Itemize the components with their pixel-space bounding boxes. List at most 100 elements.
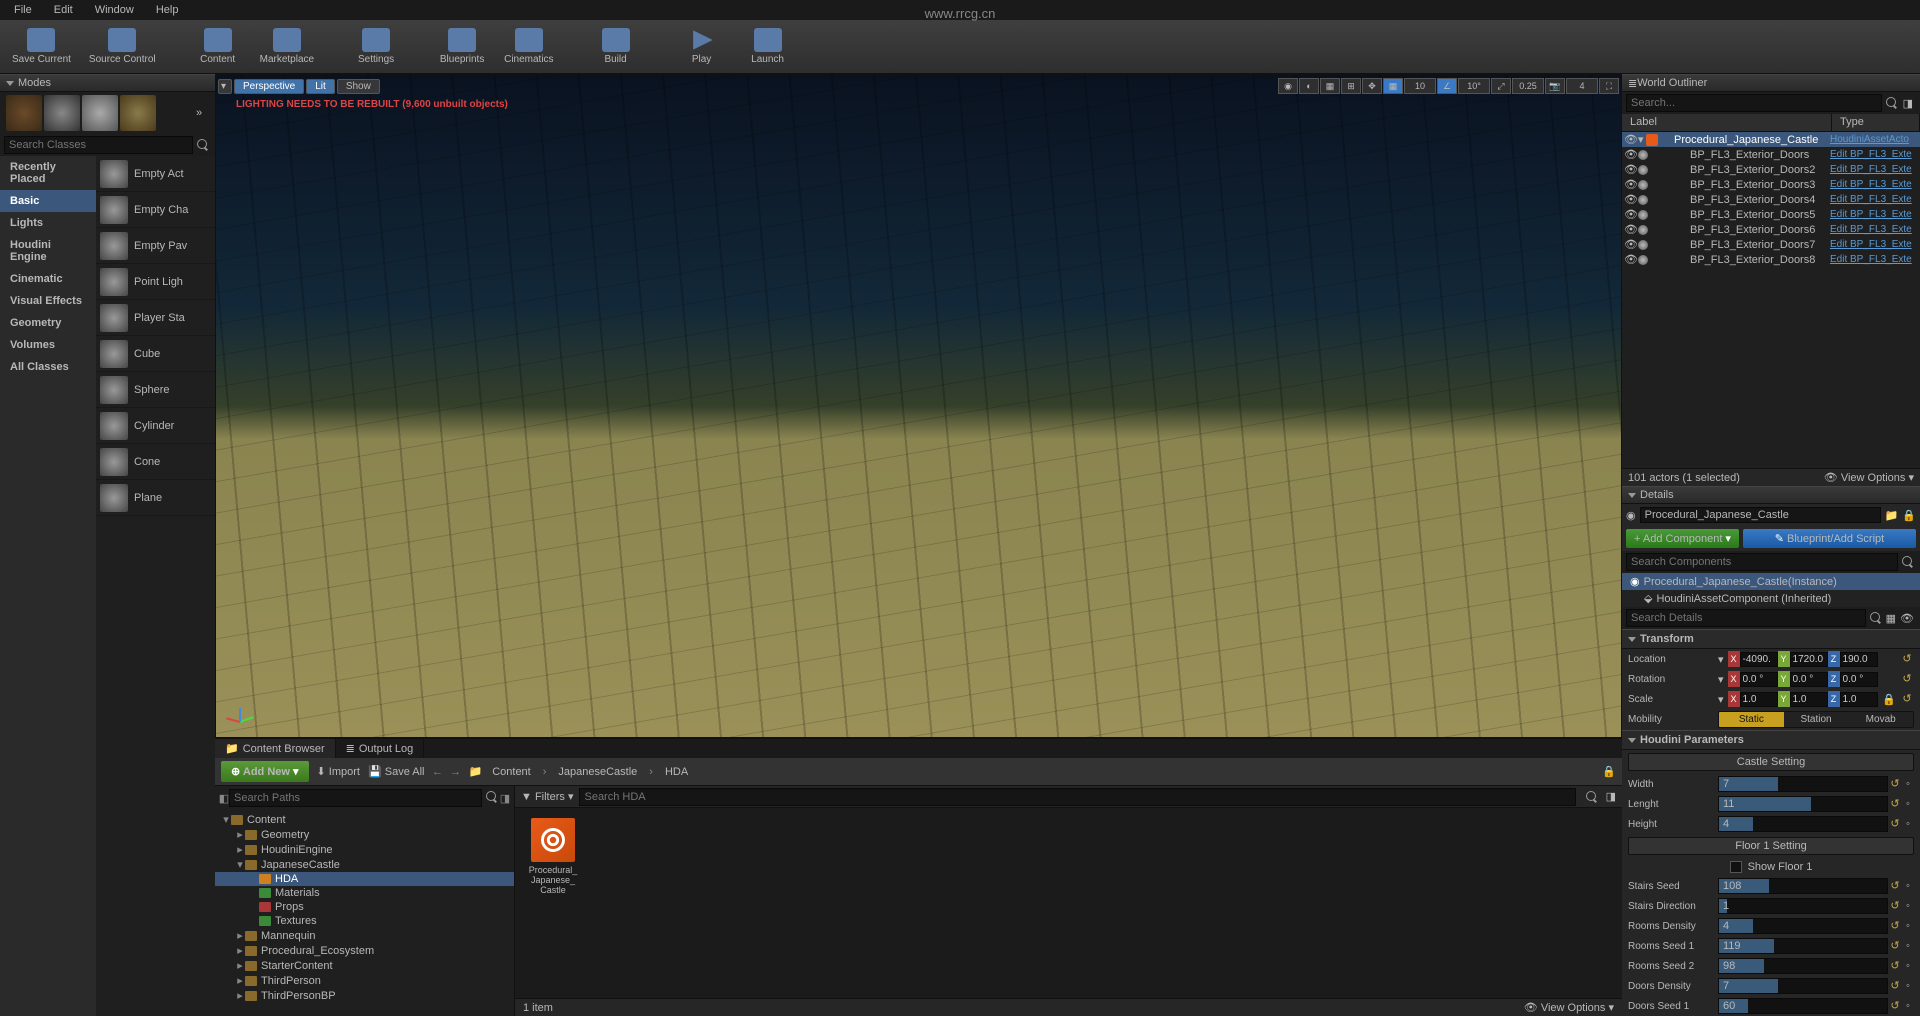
component-root[interactable]: ◉ Procedural_Japanese_Castle(Instance) [1622, 573, 1920, 590]
mode-place-icon[interactable] [6, 95, 42, 131]
pin-icon[interactable]: ◦ [1902, 940, 1914, 952]
reset-icon[interactable]: ↺ [1900, 692, 1914, 706]
search-classes-input[interactable] [4, 136, 193, 154]
param-doors-seed1-slider[interactable]: 60 [1718, 998, 1888, 1014]
snap-camera-value[interactable]: 4 [1566, 78, 1598, 94]
asset-lock-icon[interactable]: ◨ [1606, 790, 1616, 803]
tree-lock-icon[interactable]: ◨ [500, 789, 510, 807]
view-options-button[interactable]: 👁 View Options ▾ [1524, 1001, 1614, 1014]
toolbar-source-control[interactable]: Source Control [83, 22, 162, 72]
mobility-toggle[interactable]: Static Station Movab [1718, 711, 1914, 728]
asset-procedural-castle[interactable]: Procedural_ Japanese_ Castle [525, 818, 581, 896]
place-item[interactable]: Player Sta [96, 300, 215, 336]
history-back-icon[interactable]: ← [433, 766, 443, 778]
pin-icon[interactable]: ◦ [1902, 1000, 1914, 1012]
param-doors-density-slider[interactable]: 7 [1718, 978, 1888, 994]
viewport-menu-icon[interactable]: ▾ [218, 79, 232, 94]
search-assets-input[interactable] [579, 788, 1575, 806]
place-item[interactable]: Empty Pav [96, 228, 215, 264]
pin-icon[interactable]: ◦ [1902, 980, 1914, 992]
reset-icon[interactable]: ↺ [1888, 777, 1902, 791]
actor-lock-icon[interactable]: 🔒 [1902, 509, 1916, 522]
loc-x[interactable] [1740, 652, 1778, 667]
details-eye-icon[interactable]: 👁 [1898, 612, 1916, 625]
tree-node-japanesecastle[interactable]: ▾JapaneseCastle [215, 857, 514, 872]
mode-foliage-icon[interactable] [120, 95, 156, 131]
snap-translate-icon[interactable]: ✥ [1362, 78, 1382, 94]
toolbar-play[interactable]: Play [672, 22, 732, 72]
place-item[interactable]: Plane [96, 480, 215, 516]
component-houdini[interactable]: ⬙ HoudiniAssetComponent (Inherited) [1622, 590, 1920, 607]
pin-icon[interactable]: ◦ [1902, 900, 1914, 912]
reset-icon[interactable]: ↺ [1888, 919, 1902, 933]
outliner-view-options[interactable]: 👁 View Options ▾ [1824, 471, 1914, 484]
snap-grid-value[interactable]: 10 [1404, 78, 1436, 94]
reset-icon[interactable]: ↺ [1900, 652, 1914, 666]
search-paths-input[interactable] [229, 789, 482, 807]
outliner-row[interactable]: 👁BP_FL3_Exterior_DoorsEdit BP_FL3_Exte [1622, 147, 1920, 162]
show-floor1-checkbox[interactable] [1730, 861, 1742, 873]
outliner-row[interactable]: 👁BP_FL3_Exterior_Doors4Edit BP_FL3_Exte [1622, 192, 1920, 207]
pin-icon[interactable]: ◦ [1902, 798, 1914, 810]
col-type[interactable]: Type [1832, 114, 1920, 131]
snap-angle-toggle[interactable]: ∠ [1437, 78, 1457, 94]
snap-camera-icon[interactable]: 📷 [1545, 78, 1565, 94]
place-cat-cinematic[interactable]: Cinematic [0, 268, 96, 290]
tree-node-houdiniengine[interactable]: ▸HoudiniEngine [215, 842, 514, 857]
place-cat-basic[interactable]: Basic [0, 190, 96, 212]
search-icon[interactable] [1868, 610, 1884, 626]
toolbar-blueprints[interactable]: Blueprints [432, 22, 492, 72]
search-icon[interactable] [1884, 95, 1900, 111]
floor1-setting-header[interactable]: Floor 1 Setting [1628, 837, 1914, 855]
mode-paint-icon[interactable] [44, 95, 80, 131]
pin-icon[interactable]: ◦ [1902, 818, 1914, 830]
reset-icon[interactable]: ↺ [1888, 979, 1902, 993]
import-button[interactable]: ⬇ Import [317, 765, 360, 778]
param-stairs-dir-slider[interactable]: 1 [1718, 898, 1888, 914]
outliner-row[interactable]: 👁BP_FL3_Exterior_Doors6Edit BP_FL3_Exte [1622, 222, 1920, 237]
scl-z[interactable] [1840, 692, 1878, 707]
tree-node-hda[interactable]: HDA [215, 872, 514, 886]
snap-bounds-icon[interactable]: ⊞ [1341, 78, 1361, 94]
search-icon[interactable] [1900, 554, 1916, 570]
place-cat-volumes[interactable]: Volumes [0, 334, 96, 356]
snap-scale-value[interactable]: 0.25 [1512, 78, 1544, 94]
search-icon[interactable] [195, 137, 211, 153]
place-cat-all-classes[interactable]: All Classes [0, 356, 96, 378]
place-cat-lights[interactable]: Lights [0, 212, 96, 234]
save-all-button[interactable]: 💾 Save All [368, 765, 425, 778]
snap-scale-toggle[interactable]: ⤢ [1491, 78, 1511, 94]
snap-game-icon[interactable]: ◉ [1278, 78, 1298, 94]
param-stairs-seed-slider[interactable]: 108 [1718, 878, 1888, 894]
crumb-hda[interactable]: HDA [659, 764, 694, 780]
tab-output-log[interactable]: ≣ Output Log [336, 739, 425, 758]
reset-icon[interactable]: ↺ [1888, 959, 1902, 973]
reset-icon[interactable]: ↺ [1888, 939, 1902, 953]
actor-browse-icon[interactable]: 📁 [1885, 509, 1899, 522]
search-components-input[interactable] [1626, 553, 1898, 571]
perspective-button[interactable]: Perspective [234, 79, 304, 94]
tree-node-mannequin[interactable]: ▸Mannequin [215, 928, 514, 943]
col-label[interactable]: Label [1622, 114, 1832, 131]
place-cat-geometry[interactable]: Geometry [0, 312, 96, 334]
blueprint-edit-button[interactable]: ✎ Blueprint/Add Script [1743, 529, 1916, 548]
place-item[interactable]: Empty Act [96, 156, 215, 192]
outliner-row[interactable]: 👁BP_FL3_Exterior_Doors7Edit BP_FL3_Exte [1622, 237, 1920, 252]
param-rooms-seed1-slider[interactable]: 119 [1718, 938, 1888, 954]
menu-help[interactable]: Help [146, 2, 189, 18]
actor-name-input[interactable] [1640, 507, 1881, 523]
scl-y[interactable] [1790, 692, 1828, 707]
menu-window[interactable]: Window [85, 2, 144, 18]
details-header[interactable]: Details [1622, 486, 1920, 504]
add-component-button[interactable]: + Add Component ▾ [1626, 529, 1739, 548]
outliner-row[interactable]: 👁BP_FL3_Exterior_Doors8Edit BP_FL3_Exte [1622, 252, 1920, 267]
modes-expand-icon[interactable]: » [189, 103, 209, 123]
rot-x[interactable] [1740, 672, 1778, 687]
menu-file[interactable]: File [4, 2, 42, 18]
outliner-search-input[interactable] [1626, 94, 1882, 112]
place-cat-visual-effects[interactable]: Visual Effects [0, 290, 96, 312]
param-rooms-seed2-slider[interactable]: 98 [1718, 958, 1888, 974]
pin-icon[interactable]: ◦ [1902, 960, 1914, 972]
pin-icon[interactable]: ◦ [1902, 778, 1914, 790]
outliner-row[interactable]: 👁BP_FL3_Exterior_Doors5Edit BP_FL3_Exte [1622, 207, 1920, 222]
